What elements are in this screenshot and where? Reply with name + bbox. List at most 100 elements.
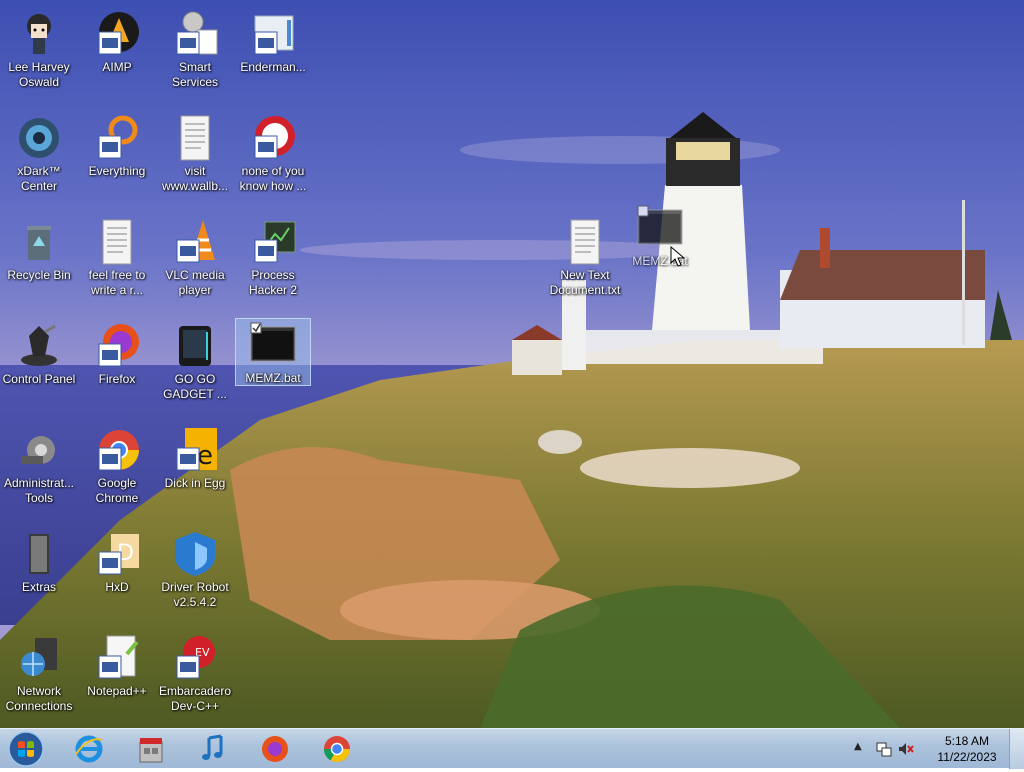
windows-logo-icon xyxy=(8,731,44,767)
taskbar-store[interactable] xyxy=(126,731,176,767)
xdark-center-icon xyxy=(19,118,59,158)
desktop-icon-embarcadero-dev-cpp[interactable]: EV Embarcadero Dev-C++ xyxy=(157,632,233,728)
internet-explorer-icon xyxy=(75,735,103,763)
taskbar-music[interactable] xyxy=(188,731,238,767)
clock[interactable]: 5:18 AM 11/22/2023 xyxy=(932,733,1002,765)
batch-file-icon xyxy=(250,322,296,362)
desktop-icon-lee-harvey-oswald[interactable]: Lee Harvey Oswald xyxy=(1,8,77,104)
taskbar[interactable]: ▲ 5:18 AM 11/22/2023 xyxy=(0,728,1024,770)
clock-time: 5:18 AM xyxy=(944,734,990,748)
system-tray: ▲ 5:18 AM 11/22/2023 xyxy=(854,729,1024,769)
desktop-icon-label: visit www.wallb... xyxy=(161,164,229,193)
batch-file-icon xyxy=(637,205,683,245)
desktop-icon-label: none of you know how ... xyxy=(239,164,307,193)
desktop-icon-label: xDark™ Center xyxy=(17,164,61,193)
everything-search-icon xyxy=(98,115,138,159)
desktop-icon-label: Lee Harvey Oswald xyxy=(8,60,70,89)
red-circle-app-icon xyxy=(254,116,295,159)
text-document-icon xyxy=(102,219,132,265)
desktop-icon-label: Google Chrome xyxy=(95,476,139,505)
aimp-icon xyxy=(98,12,139,55)
desktop-icon-label: Notepad++ xyxy=(87,684,147,698)
dick-in-egg-icon: e xyxy=(176,428,217,471)
desktop-icon-label: feel free to write a r... xyxy=(88,268,146,297)
smart-services-icon xyxy=(176,11,218,55)
desktop-icon-label: Everything xyxy=(88,164,146,178)
chrome-icon xyxy=(98,430,139,471)
drag-ghost-memz-bat: MEMZ.bat xyxy=(622,202,698,298)
anime-character-icon xyxy=(27,14,51,54)
volume-muted-icon[interactable] xyxy=(898,741,914,757)
network-connections-icon xyxy=(21,638,57,676)
desktop-icon-label: Extras xyxy=(21,580,56,594)
desktop-icon-label: Control Panel xyxy=(2,372,76,386)
desktop-icon-label: Enderman... xyxy=(240,60,306,74)
taskbar-internet-explorer[interactable] xyxy=(64,731,114,767)
gadget-icon xyxy=(179,326,211,366)
hxd-icon: D xyxy=(98,534,139,575)
desktop-icon-process-hacker-2[interactable]: Process Hacker 2 xyxy=(235,216,311,312)
desktop-icon-none-of-you[interactable]: none of you know how ... xyxy=(235,112,311,208)
desktop-icon-label: GO GO GADGET ... xyxy=(163,372,227,401)
desktop-icon-enderman[interactable]: Enderman... xyxy=(235,8,311,104)
desktop-icon-network-connections[interactable]: Network Connections xyxy=(1,632,77,728)
desktop[interactable]: Lee Harvey Oswald xDark™ Center Recycle … xyxy=(0,0,1024,728)
desktop-icon-label: Embarcadero Dev-C++ xyxy=(158,684,232,713)
desktop-icon-label: HxD xyxy=(105,580,129,594)
network-tray-icon[interactable] xyxy=(876,741,892,757)
firefox-icon xyxy=(98,324,139,367)
desktop-icon-label: Firefox xyxy=(98,372,136,386)
desktop-icon-label: MEMZ.bat xyxy=(632,254,688,268)
desktop-icon-control-panel[interactable]: Control Panel xyxy=(1,320,77,416)
store-icon xyxy=(139,738,163,763)
notepad-plus-plus-icon xyxy=(98,635,139,679)
desktop-icon-aimp[interactable]: AIMP xyxy=(79,8,155,104)
desktop-icon-administrative-tools[interactable]: Administrat... Tools xyxy=(1,424,77,520)
desktop-icon-smart-services[interactable]: Smart Services xyxy=(157,8,233,104)
driver-robot-shield-icon xyxy=(175,532,215,576)
desktop-icon-feel-free[interactable]: feel free to write a r... xyxy=(79,216,155,312)
show-desktop-button[interactable] xyxy=(1009,729,1024,769)
text-document-icon xyxy=(180,115,210,161)
desktop-icon-hxd[interactable]: D HxD xyxy=(79,528,155,624)
firefox-icon xyxy=(262,736,288,762)
desktop-icon-label: Driver Robot v2.5.4.2 xyxy=(161,580,229,609)
vlc-cone-icon xyxy=(176,220,215,263)
desktop-icon-extras[interactable]: Extras xyxy=(1,528,77,624)
desktop-icon-memz-bat[interactable]: MEMZ.bat xyxy=(235,318,311,386)
desktop-icon-notepad-plus-plus[interactable]: Notepad++ xyxy=(79,632,155,728)
devcpp-icon: EV xyxy=(176,636,215,679)
desktop-icon-label: Administrat... Tools xyxy=(3,476,75,505)
desktop-icon-label: Smart Services xyxy=(171,60,218,89)
clock-date: 11/22/2023 xyxy=(937,750,997,764)
desktop-icon-driver-robot[interactable]: Driver Robot v2.5.4.2 xyxy=(157,528,233,624)
chrome-icon xyxy=(323,736,351,763)
desktop-icon-label: Network Connections xyxy=(5,684,73,713)
desktop-icon-visit-wallb[interactable]: visit www.wallb... xyxy=(157,112,233,208)
desktop-icon-label: AIMP xyxy=(102,60,132,74)
mouse-cursor-icon xyxy=(670,246,686,267)
show-hidden-icons-icon[interactable]: ▲ xyxy=(854,741,862,752)
desktop-icon-everything[interactable]: Everything xyxy=(79,112,155,208)
desktop-icon-firefox[interactable]: Firefox xyxy=(79,320,155,416)
process-hacker-icon xyxy=(254,221,296,263)
taskbar-google-chrome[interactable] xyxy=(312,731,362,767)
desktop-icon-new-text-document[interactable]: New Text Document.txt xyxy=(547,216,623,312)
desktop-icon-label: New Text Document.txt xyxy=(549,268,621,297)
desktop-icon-label: Dick in Egg xyxy=(164,476,226,490)
desktop-icon-label: MEMZ.bat xyxy=(245,371,301,385)
desktop-icon-vlc-media-player[interactable]: VLC media player xyxy=(157,216,233,312)
taskbar-firefox[interactable] xyxy=(250,731,300,767)
start-button[interactable] xyxy=(6,730,48,770)
music-note-icon xyxy=(202,734,223,760)
desktop-icon-xdark-center[interactable]: xDark™ Center xyxy=(1,112,77,208)
desktop-icon-google-chrome[interactable]: Google Chrome xyxy=(79,424,155,520)
desktop-icon-go-go-gadget[interactable]: GO GO GADGET ... xyxy=(157,320,233,416)
desktop-icon-recycle-bin[interactable]: Recycle Bin xyxy=(1,216,77,312)
desktop-icon-label: Process Hacker 2 xyxy=(248,268,298,297)
recycle-bin-icon xyxy=(27,226,51,260)
admin-tools-icon xyxy=(21,436,55,464)
desktop-icon-dick-in-egg[interactable]: e Dick in Egg xyxy=(157,424,233,520)
control-panel-icon xyxy=(21,324,57,366)
desktop-icon-label: VLC media player xyxy=(165,268,225,297)
